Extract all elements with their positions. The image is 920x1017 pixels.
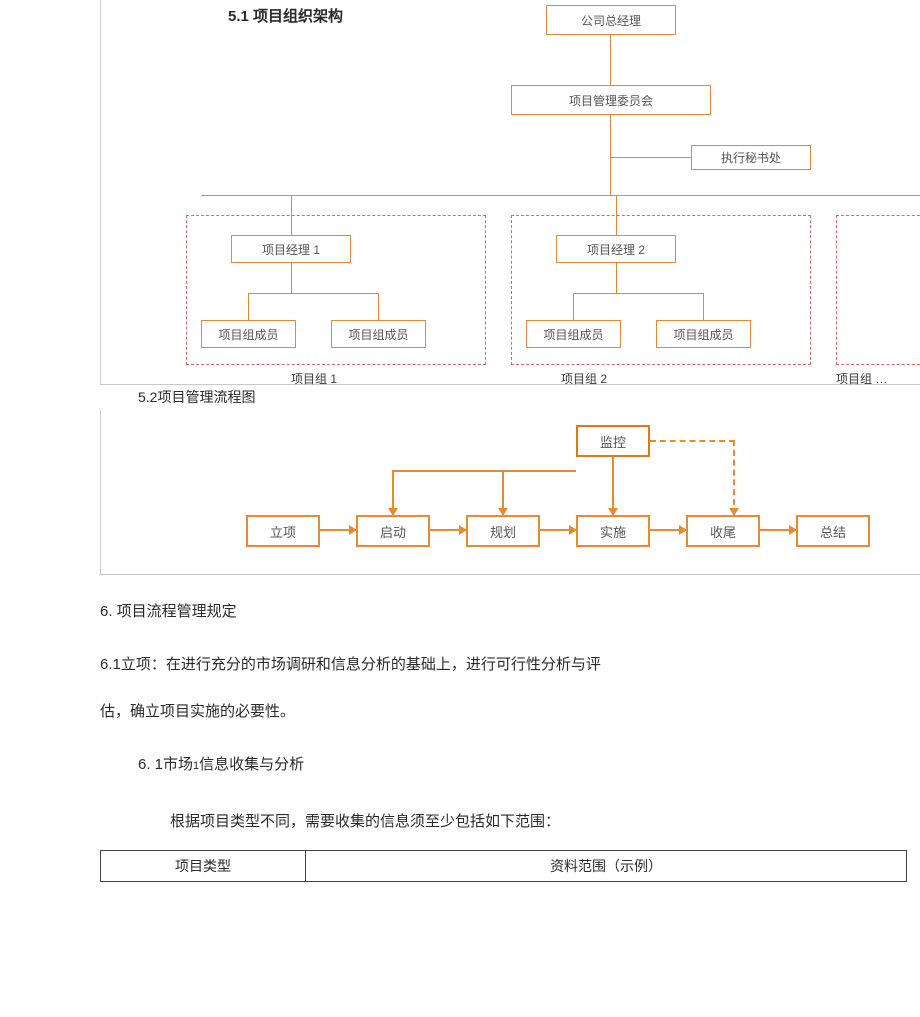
- table-header-2: 资料范围（示例）: [306, 851, 907, 882]
- org-node-pm1: 项目经理 1: [231, 235, 351, 263]
- paragraph-6-1-b: 估，确立项目实施的必要性。: [100, 700, 850, 721]
- arrow-icon: [430, 529, 466, 531]
- paragraph-6-1-a: 6.1立项：在进行充分的市场调研和信息分析的基础上，进行可行性分析与评: [100, 650, 850, 680]
- org-group-label-3: 项目组 …: [836, 370, 887, 387]
- org-node-secretariat: 执行秘书处: [691, 145, 811, 170]
- arrow-icon: [760, 529, 796, 531]
- org-node-member: 项目组成员: [201, 320, 296, 348]
- flow-node-6: 总结: [796, 515, 870, 547]
- heading-5-2: 5.2项目管理流程图: [138, 387, 255, 407]
- arrow-icon: [320, 529, 356, 531]
- table-header-1: 项目类型: [101, 851, 306, 882]
- org-node-member: 项目组成员: [331, 320, 426, 348]
- org-group-label-1: 项目组 1: [291, 370, 337, 387]
- heading-6-1-1: 6. 1市场1信息收集与分析: [138, 753, 304, 774]
- info-table: 项目类型 资料范围（示例）: [100, 850, 907, 882]
- flow-node-monitor: 监控: [576, 425, 650, 457]
- org-node-member: 项目组成员: [526, 320, 621, 348]
- flow-node-5: 收尾: [686, 515, 760, 547]
- org-group-label-2: 项目组 2: [561, 370, 607, 387]
- paragraph-6-1-1: 根据项目类型不同，需要收集的信息须至少包括如下范围：: [170, 810, 560, 831]
- flow-chart: 监控 立项 启动 规划 实施 收尾 总结: [100, 410, 920, 575]
- org-node-gm: 公司总经理: [546, 5, 676, 35]
- org-node-pmc: 项目管理委员会: [511, 85, 711, 115]
- dashed-arrow: [650, 440, 735, 515]
- heading-6: 6. 项目流程管理规定: [100, 600, 237, 621]
- org-ellipsis: ……: [836, 285, 920, 300]
- org-node-member: 项目组成员: [656, 320, 751, 348]
- heading-611-prefix: 6. 1市场: [138, 756, 193, 773]
- org-node-pm2: 项目经理 2: [556, 235, 676, 263]
- arrow-icon: [650, 529, 686, 531]
- heading-611-suffix: 信息收集与分析: [199, 756, 304, 773]
- arrow-icon: [540, 529, 576, 531]
- flow-node-2: 启动: [356, 515, 430, 547]
- org-chart: 公司总经理 项目管理委员会 执行秘书处 项目经理 1 项目经理 2 项目组成员 …: [100, 0, 920, 385]
- flow-node-3: 规划: [466, 515, 540, 547]
- flow-node-1: 立项: [246, 515, 320, 547]
- flow-node-4: 实施: [576, 515, 650, 547]
